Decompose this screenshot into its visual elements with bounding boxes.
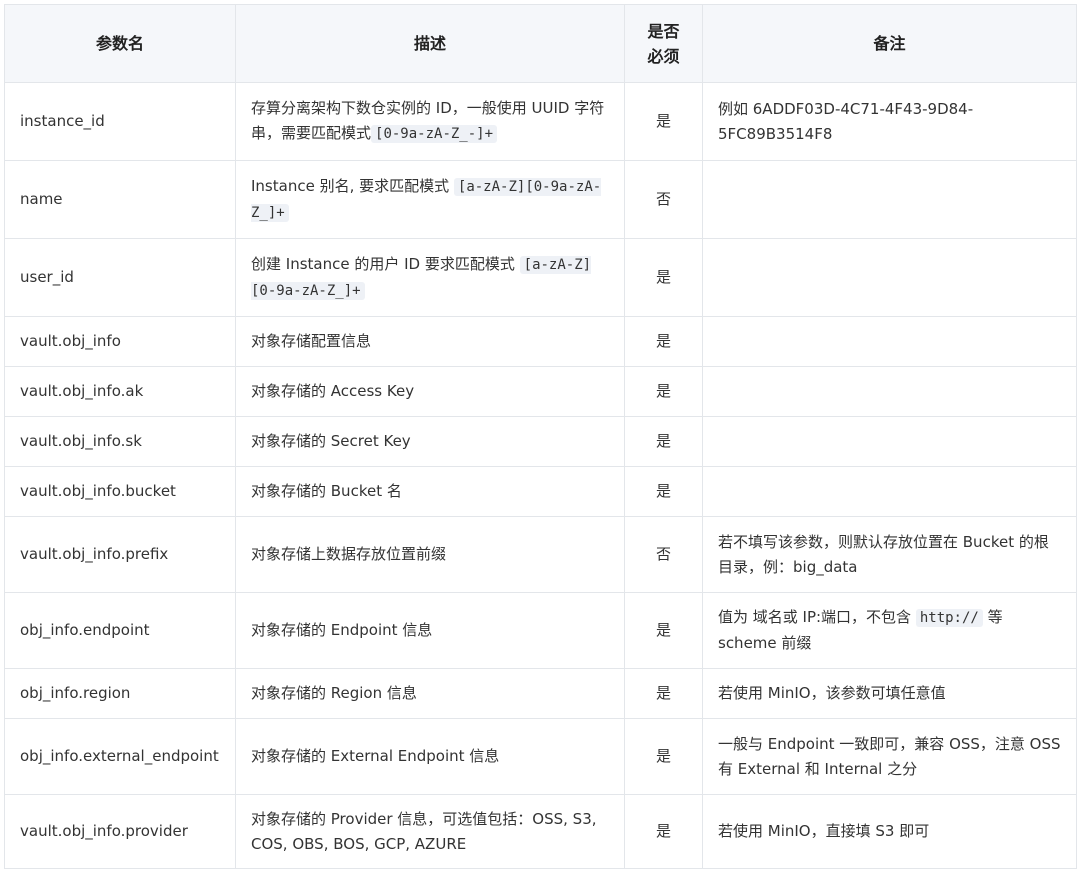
param-name: vault.obj_info.bucket: [4, 466, 236, 517]
required-flag: 是: [624, 82, 703, 161]
table-row: vault.obj_info.prefix 对象存储上数据存放位置前缀 否 若不…: [4, 516, 1077, 593]
param-name: vault.obj_info.prefix: [4, 516, 236, 593]
required-flag: 是: [624, 794, 703, 869]
required-flag: 是: [624, 718, 703, 795]
param-description: 对象存储的 Endpoint 信息: [235, 592, 625, 669]
param-description: 对象存储配置信息: [235, 316, 625, 367]
table-row: vault.obj_info.sk 对象存储的 Secret Key 是: [4, 416, 1077, 467]
param-description: 对象存储的 Access Key: [235, 366, 625, 417]
table-row: vault.obj_info 对象存储配置信息 是: [4, 316, 1077, 367]
param-name: vault.obj_info.ak: [4, 366, 236, 417]
param-description: Instance 别名, 要求匹配模式 [a-zA-Z][0-9a-zA-Z_]…: [235, 160, 625, 239]
scheme-code: http://: [915, 609, 983, 627]
required-flag: 是: [624, 592, 703, 669]
param-name: user_id: [4, 238, 236, 317]
required-flag: 是: [624, 668, 703, 719]
required-flag: 是: [624, 238, 703, 317]
param-description: 对象存储的 External Endpoint 信息: [235, 718, 625, 795]
param-description: 存算分离架构下数仓实例的 ID，一般使用 UUID 字符串，需要匹配模式 [0-9…: [235, 82, 625, 161]
header-required: 是否必须: [624, 4, 703, 83]
table-row: instance_id 存算分离架构下数仓实例的 ID，一般使用 UUID 字符…: [4, 82, 1077, 161]
table-row: name Instance 别名, 要求匹配模式 [a-zA-Z][0-9a-z…: [4, 160, 1077, 239]
required-flag: 是: [624, 466, 703, 517]
param-note: [702, 238, 1077, 317]
param-name: vault.obj_info: [4, 316, 236, 367]
param-note: [702, 466, 1077, 517]
param-name: obj_info.endpoint: [4, 592, 236, 669]
header-note: 备注: [702, 4, 1077, 83]
header-param-name: 参数名: [4, 4, 236, 83]
param-name: obj_info.external_endpoint: [4, 718, 236, 795]
param-note: [702, 416, 1077, 467]
table-row: vault.obj_info.bucket 对象存储的 Bucket 名 是: [4, 466, 1077, 517]
param-note: [702, 160, 1077, 239]
required-flag: 是: [624, 316, 703, 367]
param-note: [702, 316, 1077, 367]
param-name: obj_info.region: [4, 668, 236, 719]
table-row: obj_info.region 对象存储的 Region 信息 是 若使用 Mi…: [4, 668, 1077, 719]
required-flag: 否: [624, 160, 703, 239]
table-row: obj_info.external_endpoint 对象存储的 Externa…: [4, 718, 1077, 795]
param-note: 值为 域名或 IP:端口，不包含 http:// 等 scheme 前缀: [702, 592, 1077, 669]
required-flag: 是: [624, 366, 703, 417]
param-description: 对象存储上数据存放位置前缀: [235, 516, 625, 593]
param-note: [702, 366, 1077, 417]
pattern-code: [0-9a-zA-Z_-]+: [371, 125, 498, 143]
required-flag: 否: [624, 516, 703, 593]
table-row: user_id 创建 Instance 的用户 ID 要求匹配模式 [a-zA-…: [4, 238, 1077, 317]
param-name: vault.obj_info.provider: [4, 794, 236, 869]
required-flag: 是: [624, 416, 703, 467]
param-note: 例如 6ADDF03D-4C71-4F43-9D84-5FC89B3514F8: [702, 82, 1077, 161]
param-name: name: [4, 160, 236, 239]
table-header-row: 参数名 描述 是否必须 备注: [4, 4, 1077, 83]
param-description: 创建 Instance 的用户 ID 要求匹配模式 [a-zA-Z][0-9a-…: [235, 238, 625, 317]
param-description: 对象存储的 Provider 信息，可选值包括：OSS, S3, COS, OB…: [235, 794, 625, 869]
table-row: vault.obj_info.ak 对象存储的 Access Key 是: [4, 366, 1077, 417]
param-note: 一般与 Endpoint 一致即可，兼容 OSS，注意 OSS 有 Extern…: [702, 718, 1077, 795]
param-description: 对象存储的 Secret Key: [235, 416, 625, 467]
param-name: vault.obj_info.sk: [4, 416, 236, 467]
param-description: 对象存储的 Region 信息: [235, 668, 625, 719]
parameter-table: 参数名 描述 是否必须 备注 instance_id 存算分离架构下数仓实例的 …: [4, 4, 1077, 869]
param-description: 对象存储的 Bucket 名: [235, 466, 625, 517]
param-note: 若不填写该参数，则默认存放位置在 Bucket 的根目录，例：big_data: [702, 516, 1077, 593]
table-row: obj_info.endpoint 对象存储的 Endpoint 信息 是 值为…: [4, 592, 1077, 669]
table-row: vault.obj_info.provider 对象存储的 Provider 信…: [4, 794, 1077, 869]
header-description: 描述: [235, 4, 625, 83]
param-name: instance_id: [4, 82, 236, 161]
param-note: 若使用 MinIO，该参数可填任意值: [702, 668, 1077, 719]
param-note: 若使用 MinIO，直接填 S3 即可: [702, 794, 1077, 869]
